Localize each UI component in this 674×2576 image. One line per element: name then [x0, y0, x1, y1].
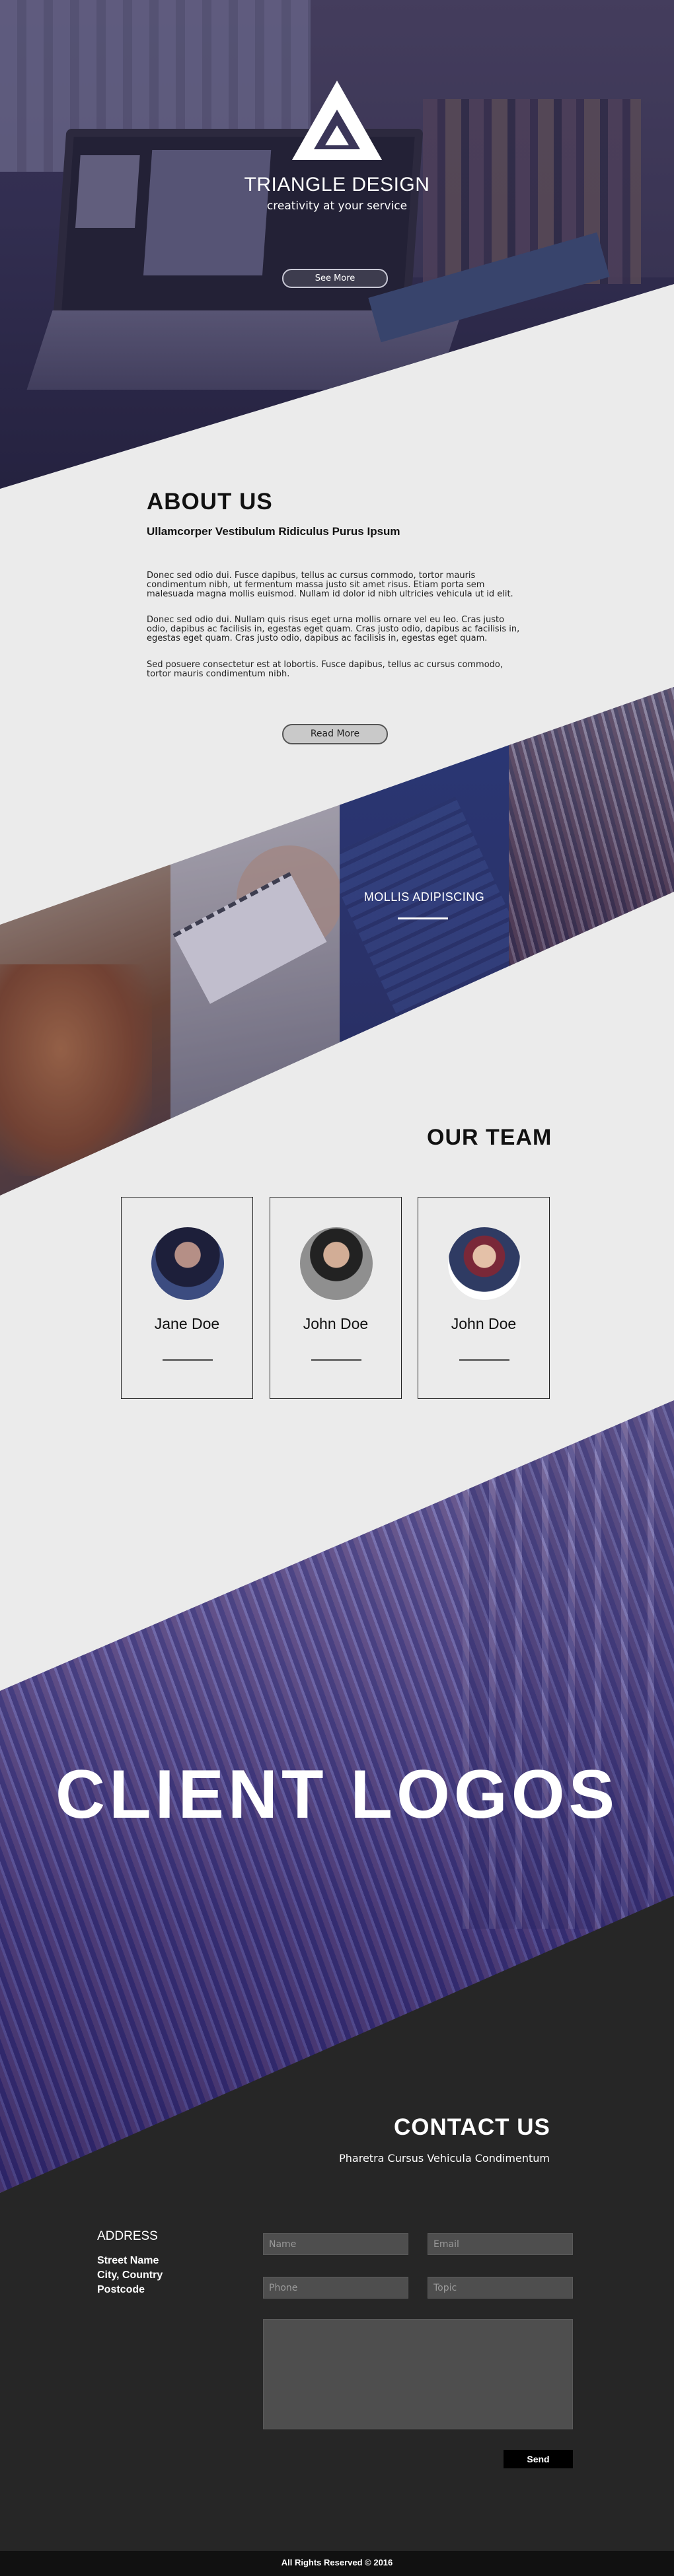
- about-subtitle: Ullamcorper Vestibulum Ridiculus Purus I…: [147, 525, 400, 538]
- read-more-button[interactable]: Read More: [282, 724, 388, 744]
- brand-title: TRIANGLE DESIGN: [244, 174, 430, 196]
- message-field[interactable]: [263, 2319, 573, 2429]
- footer-copyright: All Rights Reserved © 2016: [281, 2558, 393, 2567]
- address-line: Street Name: [97, 2255, 159, 2266]
- gallery-strip: [0, 687, 674, 1196]
- team-card[interactable]: John Doe: [270, 1197, 402, 1399]
- member-name: John Doe: [303, 1315, 369, 1332]
- contact-subtitle: Pharetra Cursus Vehicula Condimentum: [339, 2152, 550, 2165]
- team-card[interactable]: John Doe: [418, 1197, 550, 1399]
- about-paragraph: Sed posuere consectetur est at lobortis.…: [147, 660, 504, 679]
- avatar: [448, 1227, 521, 1300]
- about-title: ABOUT US: [147, 489, 273, 515]
- about-paragraph: Donec sed odio dui. Fusce dapibus, tellu…: [147, 571, 513, 599]
- divider: [459, 1359, 509, 1361]
- team-title: OUR TEAM: [427, 1125, 552, 1150]
- divider: [311, 1359, 361, 1361]
- avatar: [300, 1227, 373, 1300]
- address-line: Postcode: [97, 2284, 145, 2295]
- gallery-overlay: [0, 687, 674, 1196]
- brand-tagline: creativity at your service: [266, 199, 408, 213]
- address-line: City, Country: [97, 2270, 163, 2281]
- team-card[interactable]: Jane Doe: [121, 1197, 253, 1399]
- divider: [163, 1359, 213, 1361]
- phone-field[interactable]: [263, 2277, 408, 2299]
- triangle-logo-icon[interactable]: [291, 79, 383, 161]
- email-field[interactable]: [428, 2233, 573, 2255]
- member-name: John Doe: [451, 1315, 517, 1332]
- about-paragraph: Donec sed odio dui. Nullam quis risus eg…: [147, 615, 520, 643]
- name-field[interactable]: [263, 2233, 408, 2255]
- send-button[interactable]: Send: [504, 2450, 573, 2468]
- hero-section: [0, 0, 674, 489]
- topic-field[interactable]: [428, 2277, 573, 2299]
- hero-overlay: [0, 0, 674, 489]
- avatar: [151, 1227, 224, 1300]
- gallery-caption-underline: [398, 917, 448, 919]
- gallery-caption: MOLLIS ADIPISCING: [363, 890, 485, 904]
- see-more-button[interactable]: See More: [282, 269, 388, 288]
- member-name: Jane Doe: [154, 1315, 220, 1332]
- contact-title: CONTACT US: [394, 2114, 550, 2140]
- address-title: ADDRESS: [97, 2229, 158, 2243]
- clients-title: CLIENT LOGOS: [56, 1756, 618, 1833]
